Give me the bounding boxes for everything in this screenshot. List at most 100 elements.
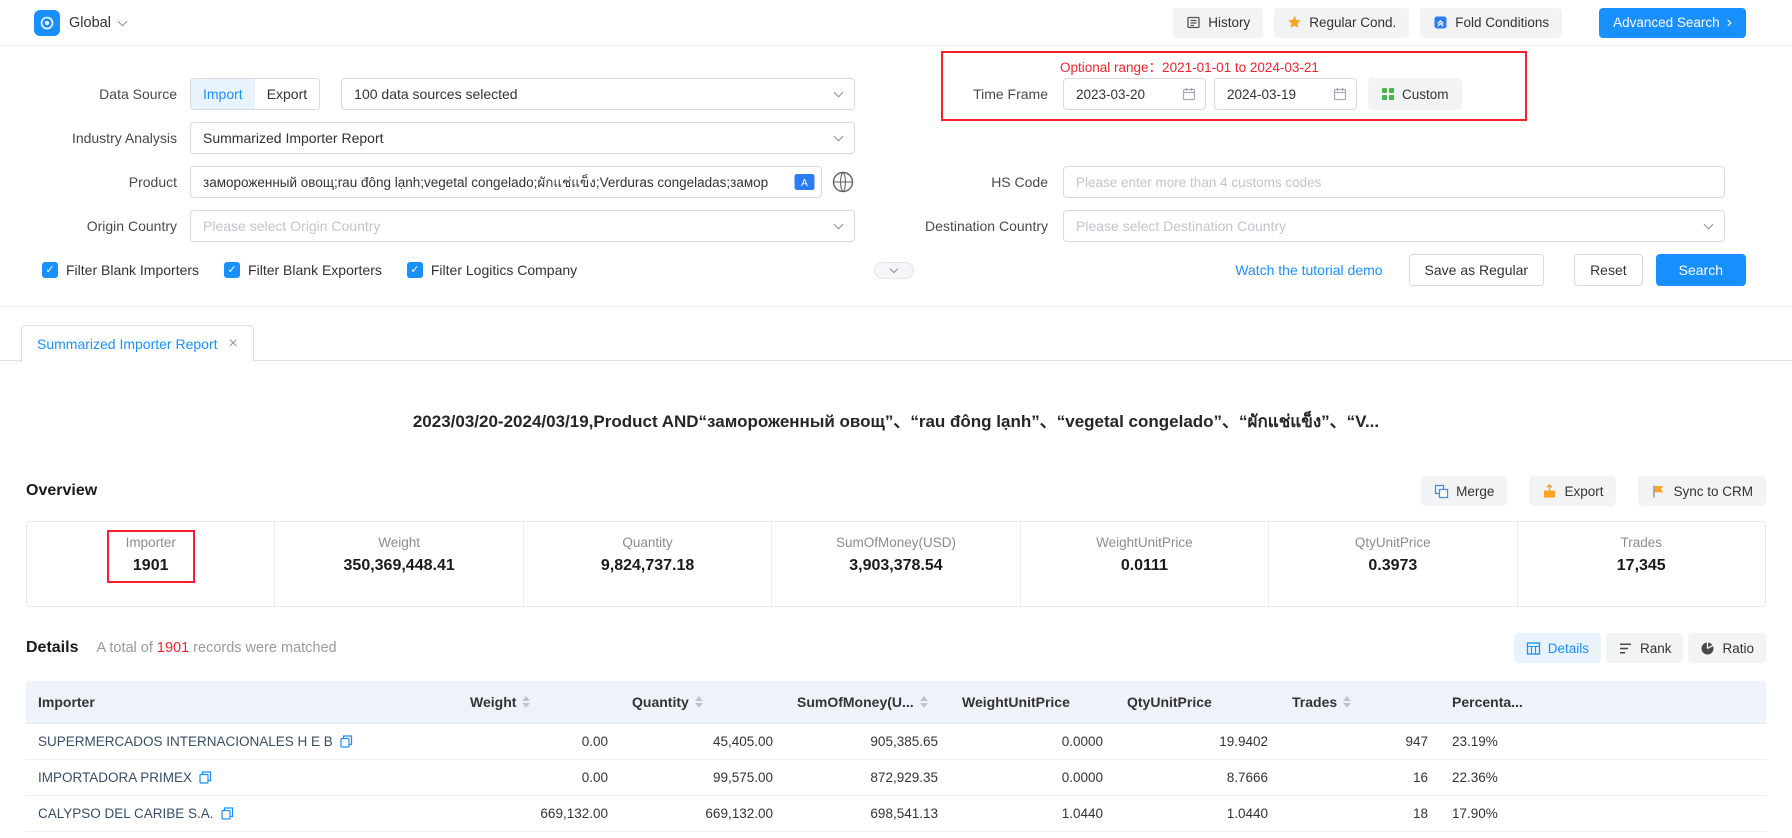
chevron-down-icon <box>117 16 127 26</box>
col-importer: Importer <box>26 681 458 723</box>
form-row-data-source: Data Source Import Export 100 data sourc… <box>0 78 1792 110</box>
custom-range-label: Custom <box>1402 87 1449 102</box>
weight-cell: 0.00 <box>458 723 620 759</box>
stat-weight-unit-price: WeightUnitPrice 0.0111 <box>1020 522 1268 606</box>
data-source-select[interactable]: 100 data sources selected <box>341 78 855 110</box>
history-icon <box>1186 15 1201 30</box>
reset-button[interactable]: Reset <box>1574 254 1643 286</box>
col-trades[interactable]: Trades <box>1280 681 1440 723</box>
stat-value: 0.0111 <box>1021 557 1268 575</box>
product-input[interactable] <box>190 166 822 198</box>
view-ratio-button[interactable]: Ratio <box>1688 633 1766 663</box>
stat-value: 9,824,737.18 <box>524 557 771 575</box>
calendar-icon <box>1182 87 1196 101</box>
importer-cell: IMPORTADORA PRIMEX <box>26 759 458 795</box>
filter-blank-importers-checkbox[interactable]: ✓ Filter Blank Importers <box>42 262 199 278</box>
col-quantity[interactable]: Quantity <box>620 681 785 723</box>
col-weight[interactable]: Weight <box>458 681 620 723</box>
export-icon <box>1542 484 1557 499</box>
overview-heading: Overview <box>26 482 97 500</box>
history-button[interactable]: History <box>1173 8 1263 38</box>
tab-bar: Summarized Importer Report × <box>0 325 1792 361</box>
view-details-button[interactable]: Details <box>1514 633 1601 663</box>
sync-to-crm-button[interactable]: Sync to CRM <box>1638 476 1766 506</box>
export-button[interactable]: Export <box>1529 476 1616 506</box>
time-frame-label: Time Frame <box>855 86 1048 102</box>
filter-logistics-company-checkbox[interactable]: ✓ Filter Logitics Company <box>407 262 577 278</box>
importer-name-link[interactable]: IMPORTADORA PRIMEX <box>38 770 192 785</box>
history-label: History <box>1208 15 1250 30</box>
export-toggle[interactable]: Export <box>255 79 319 109</box>
quantity-cell: 99,575.00 <box>620 759 785 795</box>
details-heading: Details <box>26 639 78 657</box>
importer-name-link[interactable]: SUPERMERCADOS INTERNACIONALES H E B <box>38 734 333 749</box>
stat-label: SumOfMoney(USD) <box>772 535 1019 550</box>
save-as-regular-button[interactable]: Save as Regular <box>1409 254 1545 286</box>
copy-icon[interactable] <box>199 771 212 784</box>
rank-icon <box>1618 641 1633 656</box>
region-selector[interactable]: Global <box>69 15 126 31</box>
sort-icon[interactable] <box>522 696 530 708</box>
search-form: Optional range：2021-01-01 to 2024-03-21 … <box>0 46 1792 307</box>
stat-value: 350,369,448.41 <box>275 557 522 575</box>
weight-unit-price-cell: 0.0000 <box>950 723 1115 759</box>
qty-unit-price-cell: 1.0440 <box>1115 795 1280 831</box>
destination-country-select[interactable]: Please select Destination Country <box>1063 210 1725 242</box>
custom-range-button[interactable]: Custom <box>1368 78 1462 110</box>
regular-cond-button[interactable]: Regular Cond. <box>1274 8 1409 38</box>
translate-icon[interactable]: A <box>794 173 815 194</box>
quantity-cell: 669,132.00 <box>620 795 785 831</box>
col-weight-unit-price: WeightUnitPrice <box>950 681 1115 723</box>
import-toggle[interactable]: Import <box>191 79 255 109</box>
advanced-search-button[interactable]: Advanced Search › <box>1599 8 1746 38</box>
search-button[interactable]: Search <box>1656 254 1746 286</box>
importer-annotation-box: Importer 1901 <box>107 530 195 583</box>
stat-label: Weight <box>275 535 522 550</box>
start-date-value: 2023-03-20 <box>1076 87 1145 102</box>
tutorial-demo-link[interactable]: Watch the tutorial demo <box>1235 262 1382 278</box>
stat-weight: Weight 350,369,448.41 <box>274 522 522 606</box>
copy-icon[interactable] <box>340 735 353 748</box>
language-globe-icon[interactable] <box>831 170 855 194</box>
start-date-input[interactable]: 2023-03-20 <box>1063 78 1206 110</box>
importer-name-link[interactable]: CALYPSO DEL CARIBE S.A. <box>38 806 214 821</box>
chevron-down-icon <box>890 264 898 272</box>
end-date-input[interactable]: 2024-03-19 <box>1214 78 1357 110</box>
view-rank-button[interactable]: Rank <box>1606 633 1684 663</box>
sort-icon[interactable] <box>920 696 928 708</box>
fold-conditions-button[interactable]: Fold Conditions <box>1420 8 1562 38</box>
star-icon <box>1287 15 1302 30</box>
filter-blank-exporters-checkbox[interactable]: ✓ Filter Blank Exporters <box>224 262 382 278</box>
industry-analysis-select[interactable]: Summarized Importer Report <box>190 122 855 154</box>
percentage-cell: 22.36% <box>1440 759 1550 795</box>
sort-icon[interactable] <box>695 696 703 708</box>
close-icon[interactable]: × <box>229 336 238 352</box>
copy-icon[interactable] <box>221 807 234 820</box>
total-suffix: records were matched <box>193 640 336 656</box>
result-content: 2023/03/20-2024/03/19,Product AND“заморо… <box>0 407 1792 832</box>
stat-value: 17,345 <box>1518 557 1765 575</box>
quantity-cell: 45,405.00 <box>620 723 785 759</box>
origin-country-select[interactable]: Please select Origin Country <box>190 210 855 242</box>
svg-text:A: A <box>801 178 808 189</box>
chevron-down-icon <box>834 220 844 230</box>
chevron-down-icon <box>834 132 844 142</box>
fold-icon <box>1433 15 1448 30</box>
tab-summarized-importer-report[interactable]: Summarized Importer Report × <box>21 325 254 362</box>
merge-button[interactable]: Merge <box>1421 476 1507 506</box>
weight-cell: 0.00 <box>458 759 620 795</box>
filler-cell <box>1550 759 1766 795</box>
custom-grid-icon <box>1381 87 1395 101</box>
topbar: Global History Regular Cond. Fold Condit… <box>0 0 1792 46</box>
data-source-label: Data Source <box>0 86 177 102</box>
hs-code-input[interactable] <box>1063 166 1725 198</box>
chevron-down-icon <box>1704 220 1714 230</box>
end-date-value: 2024-03-19 <box>1227 87 1296 102</box>
region-label: Global <box>69 15 111 31</box>
sort-icon[interactable] <box>1343 696 1351 708</box>
flag-icon <box>1651 484 1666 499</box>
col-sum-of-money[interactable]: SumOfMoney(U... <box>785 681 950 723</box>
collapse-form-button[interactable] <box>874 262 914 279</box>
stat-qty-unit-price: QtyUnitPrice 0.3973 <box>1268 522 1516 606</box>
checkbox-checked-icon: ✓ <box>224 262 240 278</box>
